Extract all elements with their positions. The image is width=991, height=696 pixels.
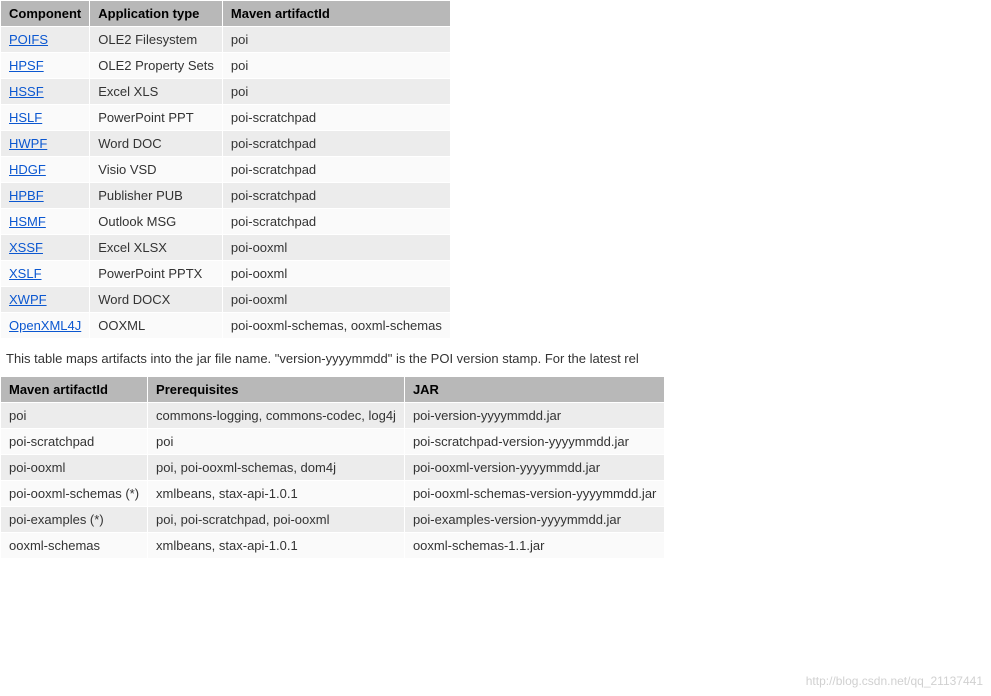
cell-jar: poi-version-yyyymmdd.jar [404,403,664,429]
component-link[interactable]: HDGF [9,162,46,177]
component-link[interactable]: XSSF [9,240,43,255]
cell-application-type: PowerPoint PPTX [90,261,223,287]
cell-artifactid: poi-ooxml [222,235,450,261]
cell-component: OpenXML4J [1,313,90,339]
component-map-table: Component Application type Maven artifac… [0,0,451,339]
table-row: poi-examples (*)poi, poi-scratchpad, poi… [1,507,665,533]
cell-artifactid: poi-examples (*) [1,507,148,533]
cell-artifactid: poi-ooxml [222,261,450,287]
cell-application-type: Excel XLSX [90,235,223,261]
cell-prerequisites: poi, poi-ooxml-schemas, dom4j [148,455,405,481]
cell-artifactid: poi [222,79,450,105]
component-link[interactable]: OpenXML4J [9,318,81,333]
component-link[interactable]: XWPF [9,292,47,307]
cell-artifactid: poi [1,403,148,429]
cell-artifactid: poi-scratchpad [1,429,148,455]
cell-artifactid: poi [222,53,450,79]
component-link[interactable]: HPBF [9,188,44,203]
cell-artifactid: poi-scratchpad [222,157,450,183]
table-row: HPBF Publisher PUBpoi-scratchpad [1,183,451,209]
cell-artifactid: poi-ooxml [222,287,450,313]
cell-application-type: Visio VSD [90,157,223,183]
table-row: XSSF Excel XLSXpoi-ooxml [1,235,451,261]
component-link[interactable]: HSMF [9,214,46,229]
component-link[interactable]: HPSF [9,58,44,73]
cell-artifactid: poi [222,27,450,53]
table-row: OpenXML4J OOXMLpoi-ooxml-schemas, ooxml-s… [1,313,451,339]
cell-application-type: Word DOCX [90,287,223,313]
cell-component: HPBF [1,183,90,209]
cell-component: HSLF [1,105,90,131]
table-row: XSLF PowerPoint PPTXpoi-ooxml [1,261,451,287]
col-header-prerequisites: Prerequisites [148,377,405,403]
table-row: poicommons-logging, commons-codec, log4j… [1,403,665,429]
cell-jar: ooxml-schemas-1.1.jar [404,533,664,559]
col-header-jar: JAR [404,377,664,403]
table-row: ooxml-schemasxmlbeans, stax-api-1.0.1oox… [1,533,665,559]
cell-jar: poi-examples-version-yyyymmdd.jar [404,507,664,533]
table-row: HPSF OLE2 Property Setspoi [1,53,451,79]
component-link[interactable]: HSLF [9,110,42,125]
cell-prerequisites: poi [148,429,405,455]
explanatory-paragraph: This table maps artifacts into the jar f… [0,339,991,376]
col-header-maven-artifactid: Maven artifactId [222,1,450,27]
cell-component: XWPF [1,287,90,313]
cell-artifactid: poi-ooxml-schemas (*) [1,481,148,507]
table-row: HSLF PowerPoint PPTpoi-scratchpad [1,105,451,131]
cell-application-type: PowerPoint PPT [90,105,223,131]
cell-artifactid: ooxml-schemas [1,533,148,559]
component-link[interactable]: HSSF [9,84,44,99]
cell-artifactid: poi-ooxml-schemas, ooxml-schemas [222,313,450,339]
cell-component: HDGF [1,157,90,183]
table-row: HDGF Visio VSDpoi-scratchpad [1,157,451,183]
cell-component: XSSF [1,235,90,261]
table-row: poi-ooxml-schemas (*)xmlbeans, stax-api-… [1,481,665,507]
cell-component: HPSF [1,53,90,79]
table-row: XWPF Word DOCXpoi-ooxml [1,287,451,313]
cell-jar: poi-ooxml-schemas-version-yyyymmdd.jar [404,481,664,507]
table-row: POIFS OLE2 Filesystempoi [1,27,451,53]
table-row: HSSF Excel XLSpoi [1,79,451,105]
component-link[interactable]: POIFS [9,32,48,47]
cell-component: POIFS [1,27,90,53]
cell-jar: poi-scratchpad-version-yyyymmdd.jar [404,429,664,455]
table-row: HSMF Outlook MSGpoi-scratchpad [1,209,451,235]
cell-prerequisites: commons-logging, commons-codec, log4j [148,403,405,429]
component-link[interactable]: XSLF [9,266,42,281]
cell-prerequisites: poi, poi-scratchpad, poi-ooxml [148,507,405,533]
table-row: poi-scratchpadpoipoi-scratchpad-version-… [1,429,665,455]
cell-component: HWPF [1,131,90,157]
cell-artifactid: poi-ooxml [1,455,148,481]
cell-artifactid: poi-scratchpad [222,105,450,131]
artifact-jar-table: Maven artifactId Prerequisites JAR poico… [0,376,665,559]
cell-prerequisites: xmlbeans, stax-api-1.0.1 [148,481,405,507]
cell-artifactid: poi-scratchpad [222,209,450,235]
col-header-component: Component [1,1,90,27]
cell-application-type: OLE2 Property Sets [90,53,223,79]
cell-application-type: OLE2 Filesystem [90,27,223,53]
col-header-maven-artifactid-2: Maven artifactId [1,377,148,403]
table-row: HWPF Word DOCpoi-scratchpad [1,131,451,157]
cell-component: HSSF [1,79,90,105]
cell-application-type: Publisher PUB [90,183,223,209]
cell-artifactid: poi-scratchpad [222,131,450,157]
cell-prerequisites: xmlbeans, stax-api-1.0.1 [148,533,405,559]
cell-application-type: Excel XLS [90,79,223,105]
cell-component: XSLF [1,261,90,287]
cell-artifactid: poi-scratchpad [222,183,450,209]
col-header-application-type: Application type [90,1,223,27]
table-row: poi-ooxmlpoi, poi-ooxml-schemas, dom4jpo… [1,455,665,481]
watermark-text: http://blog.csdn.net/qq_21137441 [806,674,983,688]
cell-application-type: Outlook MSG [90,209,223,235]
cell-application-type: Word DOC [90,131,223,157]
cell-application-type: OOXML [90,313,223,339]
cell-component: HSMF [1,209,90,235]
cell-jar: poi-ooxml-version-yyyymmdd.jar [404,455,664,481]
component-link[interactable]: HWPF [9,136,47,151]
